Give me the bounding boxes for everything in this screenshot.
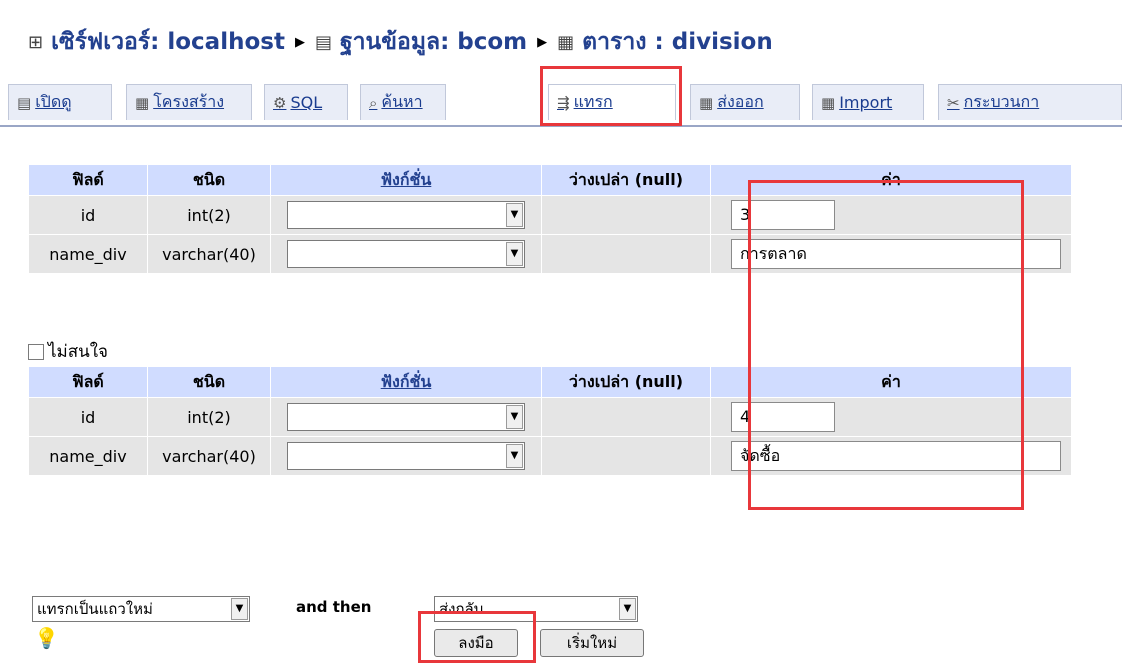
breadcrumb-arrow-icon: ▶ — [294, 34, 305, 50]
col-field: ฟิลด์ — [29, 367, 147, 397]
field-type: int(2) — [148, 398, 270, 436]
function-select[interactable]: ▼ — [287, 442, 525, 470]
go-button[interactable]: ลงมือ — [434, 629, 518, 657]
lightbulb-icon: 💡 — [34, 626, 59, 650]
table-row: id int(2) ▼ 4 — [29, 398, 1071, 436]
col-field: ฟิลด์ — [29, 165, 147, 195]
after-insert-select[interactable]: ส่งกลับ ▼ — [434, 596, 638, 622]
tab-operations[interactable]: ✂ กระบวนกา — [938, 84, 1122, 120]
tab-label: โครงสร้าง — [153, 92, 225, 111]
tab-underline — [0, 125, 1122, 127]
field-name: id — [29, 196, 147, 234]
table-row: id int(2) ▼ 3 — [29, 196, 1071, 234]
function-select[interactable]: ▼ — [287, 240, 525, 268]
tab-label: ค้นหา — [381, 92, 423, 111]
function-select[interactable]: ▼ — [287, 201, 525, 229]
tab-label: กระบวนกา — [963, 92, 1040, 111]
tab-label: ส่งออก — [717, 92, 764, 111]
breadcrumb-database[interactable]: ฐานข้อมูล: bcom — [340, 24, 527, 60]
tab-search[interactable]: ⌕ ค้นหา — [360, 84, 446, 120]
after-insert-value: ส่งกลับ — [439, 600, 484, 618]
sql-icon: ⚙ — [273, 93, 287, 112]
value-input[interactable]: การตลาด — [731, 239, 1061, 269]
breadcrumb-server[interactable]: เซิร์ฟเวอร์: localhost — [51, 24, 285, 60]
tab-insert[interactable]: ⇶ แทรก — [548, 84, 676, 120]
breadcrumb: ⊞ เซิร์ฟเวอร์: localhost ▶ ▤ ฐานข้อมูล: … — [28, 22, 773, 62]
field-name: name_div — [29, 235, 147, 273]
chevron-down-icon: ▼ — [506, 405, 523, 429]
field-type: int(2) — [148, 196, 270, 234]
table-icon: ▦ — [557, 31, 575, 53]
structure-icon: ▦ — [135, 93, 150, 112]
ignore-checkbox[interactable] — [28, 343, 44, 360]
col-value: ค่า — [711, 165, 1071, 195]
insert-mode-select[interactable]: แทรกเป็นแถวใหม่ ▼ — [32, 596, 250, 622]
table-row: name_div varchar(40) ▼ การตลาด — [29, 235, 1071, 273]
and-then-label: and then — [296, 598, 372, 616]
col-null: ว่างเปล่า (null) — [542, 367, 710, 397]
col-function[interactable]: ฟังก์ชั่น — [271, 165, 541, 195]
field-type: varchar(40) — [148, 235, 270, 273]
col-null: ว่างเปล่า (null) — [542, 165, 710, 195]
operations-icon: ✂ — [947, 93, 960, 112]
chevron-down-icon: ▼ — [506, 203, 523, 227]
insert-mode-value: แทรกเป็นแถวใหม่ — [37, 600, 153, 618]
tab-label: เปิดดู — [35, 92, 72, 111]
import-icon: ▦ — [821, 93, 836, 112]
reset-button[interactable]: เริ่มใหม่ — [540, 629, 644, 657]
chevron-down-icon: ▼ — [506, 444, 523, 468]
insert-table-1: ฟิลด์ ชนิด ฟังก์ชั่น ว่างเปล่า (null) ค่… — [28, 164, 1072, 274]
breadcrumb-arrow-icon: ▶ — [537, 34, 548, 50]
field-type: varchar(40) — [148, 437, 270, 475]
ignore-checkbox-row[interactable]: ไม่สนใจ — [28, 338, 108, 365]
function-select[interactable]: ▼ — [287, 403, 525, 431]
col-function[interactable]: ฟังก์ชั่น — [271, 367, 541, 397]
field-name: id — [29, 398, 147, 436]
insert-table-2: ฟิลด์ ชนิด ฟังก์ชั่น ว่างเปล่า (null) ค่… — [28, 366, 1072, 476]
value-input[interactable]: 4 — [731, 402, 835, 432]
value-input[interactable]: 3 — [731, 200, 835, 230]
value-input[interactable]: จัดซื้อ — [731, 441, 1061, 471]
server-icon: ⊞ — [28, 31, 44, 53]
col-type: ชนิด — [148, 165, 270, 195]
field-name: name_div — [29, 437, 147, 475]
table-row: name_div varchar(40) ▼ จัดซื้อ — [29, 437, 1071, 475]
tab-structure[interactable]: ▦ โครงสร้าง — [126, 84, 252, 120]
chevron-down-icon: ▼ — [619, 598, 636, 620]
chevron-down-icon: ▼ — [231, 598, 248, 620]
export-icon: ▦ — [699, 93, 714, 112]
tab-label: SQL — [290, 93, 323, 112]
chevron-down-icon: ▼ — [506, 242, 523, 266]
browse-icon: ▤ — [17, 93, 32, 112]
tab-browse[interactable]: ▤ เปิดดู — [8, 84, 112, 120]
tab-label: Import — [839, 93, 893, 112]
col-type: ชนิด — [148, 367, 270, 397]
tab-export[interactable]: ▦ ส่งออก — [690, 84, 800, 120]
col-value: ค่า — [711, 367, 1071, 397]
insert-icon: ⇶ — [557, 93, 570, 112]
breadcrumb-table[interactable]: ตาราง : division — [582, 24, 773, 60]
database-icon: ▤ — [314, 31, 332, 53]
tab-sql[interactable]: ⚙ SQL — [264, 84, 348, 120]
ignore-label: ไม่สนใจ — [48, 342, 109, 362]
tab-import[interactable]: ▦ Import — [812, 84, 924, 120]
tab-label: แทรก — [573, 92, 613, 111]
search-icon: ⌕ — [369, 93, 378, 112]
